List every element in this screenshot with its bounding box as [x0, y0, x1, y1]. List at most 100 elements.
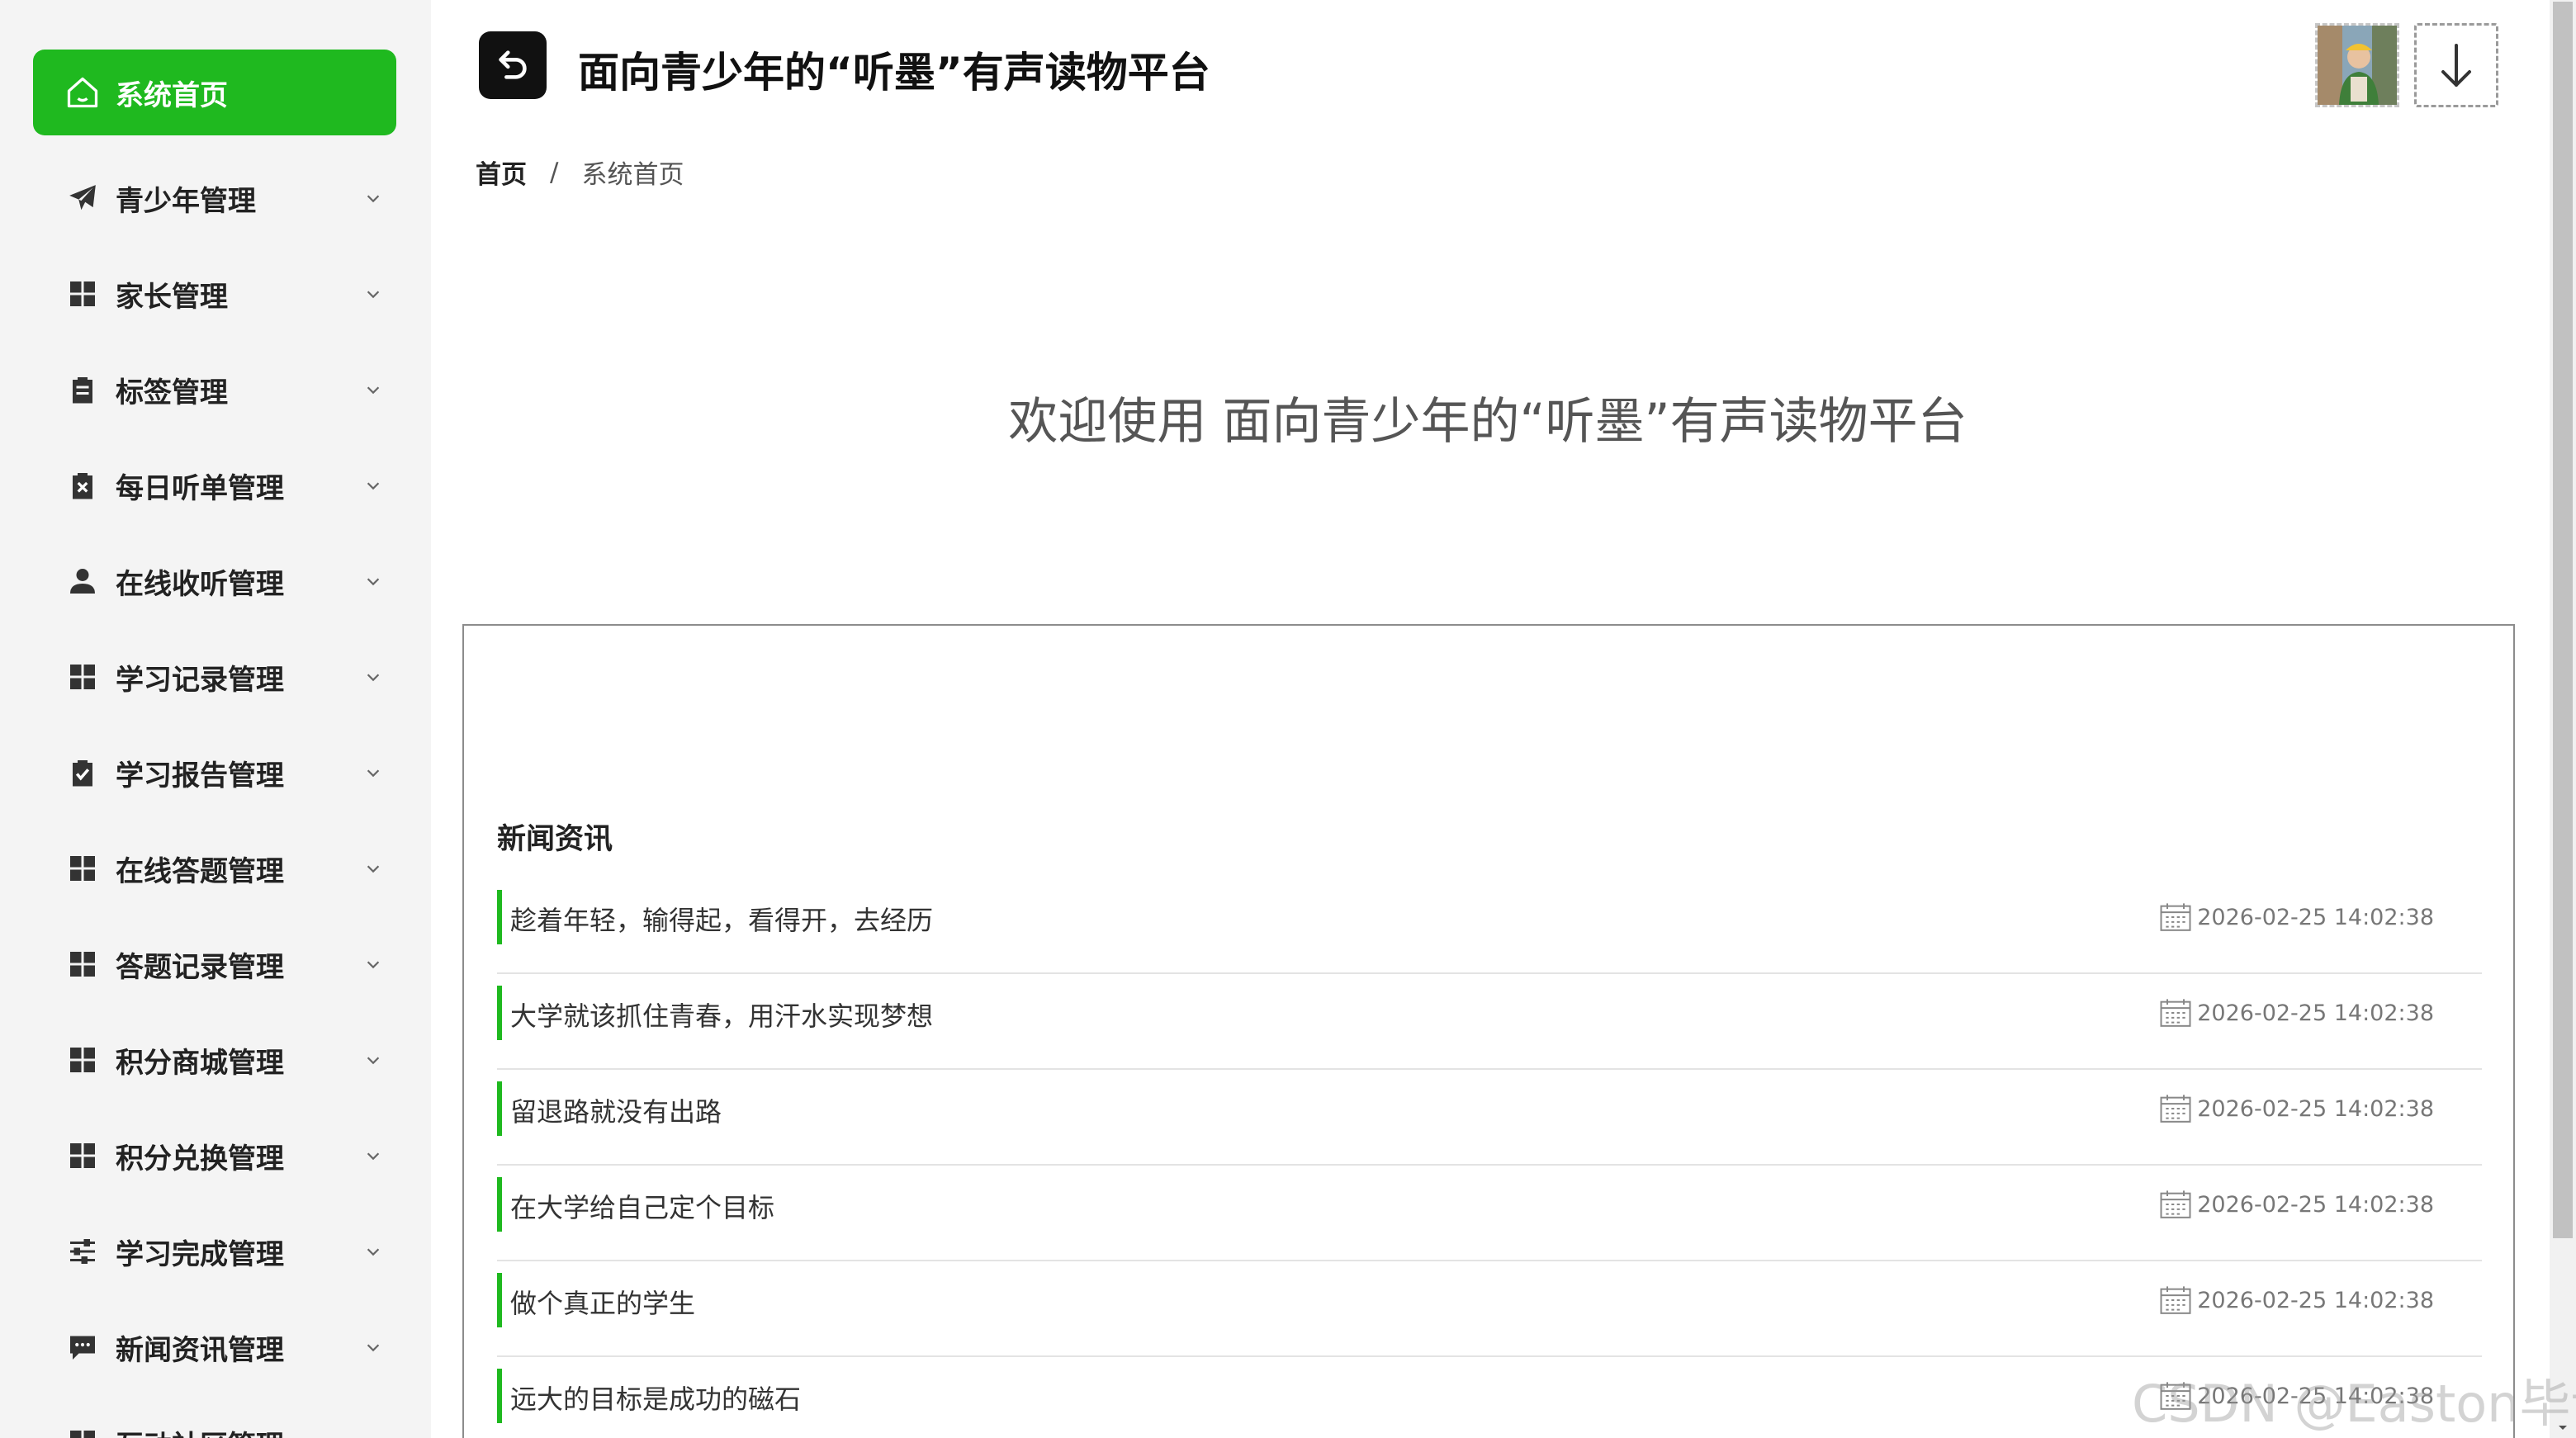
paper-plane-icon: [66, 182, 99, 215]
chevron-down-icon: [362, 282, 385, 305]
user-icon: [66, 565, 99, 598]
news-item-date-text: 2026-02-25 14:02:38: [2197, 1000, 2434, 1026]
news-heading: 新闻资讯: [497, 823, 613, 856]
news-item[interactable]: 在大学给自己定个目标 2026-02-25 14:02:38: [497, 1166, 2482, 1261]
sidebar-item-label: 答题记录管理: [116, 950, 284, 984]
sidebar-item-online-quiz[interactable]: 在线答题管理: [0, 821, 431, 916]
chevron-down-icon: [362, 665, 385, 688]
news-item-title: 留退路就没有出路: [510, 1096, 722, 1128]
breadcrumb-home[interactable]: 首页: [476, 154, 527, 191]
chevron-down-icon: [362, 1240, 385, 1263]
home-icon: [64, 74, 101, 111]
download-button[interactable]: [2414, 23, 2498, 107]
page-scrollbar[interactable]: [2550, 0, 2576, 1438]
news-panel: 新闻资讯 趁着年轻，输得起，看得开，去经历 2026-02-25 14:02:3…: [462, 624, 2515, 1438]
sidebar-item-news[interactable]: 新闻资讯管理: [0, 1299, 431, 1395]
sidebar-item-label: 积分兑换管理: [116, 1142, 284, 1175]
news-item-title: 在大学给自己定个目标: [510, 1192, 775, 1223]
avatar[interactable]: [2315, 23, 2399, 107]
clipboard-check-icon: [66, 756, 99, 789]
sidebar-item-community[interactable]: 互动社区管理: [0, 1395, 431, 1438]
chevron-down-icon: [362, 378, 385, 401]
sidebar-item-label: 学习报告管理: [116, 759, 284, 792]
sidebar-item-home[interactable]: 系统首页: [33, 50, 396, 135]
grid-icon: [66, 1139, 99, 1172]
sidebar-item-label: 标签管理: [116, 376, 228, 409]
grid-icon: [66, 948, 99, 981]
calendar-icon: [2159, 901, 2192, 933]
news-item-date-text: 2026-02-25 14:02:38: [2197, 1095, 2434, 1122]
news-item-accent-bar: [497, 1177, 502, 1232]
chevron-down-icon: [362, 1144, 385, 1167]
news-item-accent-bar: [497, 1081, 502, 1136]
news-item[interactable]: 做个真正的学生 2026-02-25 14:02:38: [497, 1261, 2482, 1357]
news-item[interactable]: 趁着年轻，输得起，看得开，去经历 2026-02-25 14:02:38: [497, 878, 2482, 974]
news-item-date: 2026-02-25 14:02:38: [2159, 997, 2434, 1029]
scrollbar-thumb[interactable]: [2553, 2, 2573, 1238]
sidebar-menu: 青少年管理 家长管理 标签管理 每日听单管理 在线收听管理 学习记录管理 学习报…: [0, 150, 431, 1438]
sidebar-item-parents[interactable]: 家长管理: [0, 246, 431, 342]
news-item-date-text: 2026-02-25 14:02:38: [2197, 1287, 2434, 1313]
sidebar-item-daily-list[interactable]: 每日听单管理: [0, 438, 431, 533]
chevron-down-icon: [362, 474, 385, 497]
sidebar-item-study-completion[interactable]: 学习完成管理: [0, 1204, 431, 1299]
sidebar-item-online-listening[interactable]: 在线收听管理: [0, 533, 431, 629]
sidebar-item-label: 系统首页: [116, 78, 228, 112]
news-item[interactable]: 大学就该抓住青春，用汗水实现梦想 2026-02-25 14:02:38: [497, 974, 2482, 1070]
app-root: 系统首页 青少年管理 家长管理 标签管理 每日听单管理 在线收听管理 学习记录管…: [0, 0, 2576, 1438]
chevron-down-icon: [362, 1048, 385, 1071]
sidebar-item-label: 家长管理: [116, 280, 228, 314]
news-item-accent-bar: [497, 890, 502, 944]
breadcrumb: 首页 / 系统首页: [476, 154, 684, 191]
sidebar-item-points-exchange[interactable]: 积分兑换管理: [0, 1108, 431, 1204]
chevron-down-icon: [362, 761, 385, 784]
sidebar-item-label: 在线收听管理: [116, 567, 284, 601]
sidebar-item-label: 互动社区管理: [116, 1423, 362, 1438]
chevron-down-icon: [362, 857, 385, 880]
sidebar-item-tags[interactable]: 标签管理: [0, 342, 431, 438]
welcome-text: 欢迎使用 面向青少年的“听墨”有声读物平台: [1008, 393, 1968, 451]
news-item-date: 2026-02-25 14:02:38: [2159, 1093, 2434, 1124]
undo-arrow-icon: [494, 46, 532, 84]
news-item-date-text: 2026-02-25 14:02:38: [2197, 1191, 2434, 1218]
news-item-title: 趁着年轻，输得起，看得开，去经历: [510, 905, 934, 936]
clipboard-icon: [66, 373, 99, 406]
sidebar-item-quiz-records[interactable]: 答题记录管理: [0, 916, 431, 1012]
grid-icon: [66, 852, 99, 885]
grid-icon: [66, 660, 99, 693]
news-item-date: 2026-02-25 14:02:38: [2159, 1189, 2434, 1220]
sidebar-item-label: 积分商城管理: [116, 1046, 284, 1080]
sidebar: 系统首页 青少年管理 家长管理 标签管理 每日听单管理 在线收听管理 学习记录管…: [0, 0, 431, 1438]
news-item-title: 大学就该抓住青春，用汗水实现梦想: [510, 1000, 934, 1032]
sidebar-item-label: 学习记录管理: [116, 663, 284, 697]
grid-icon: [66, 1426, 99, 1438]
sidebar-item-label: 每日听单管理: [116, 471, 284, 505]
arrow-down-icon: [2436, 40, 2476, 90]
chevron-down-icon: [362, 953, 385, 976]
clipboard-x-icon: [66, 469, 99, 502]
back-button[interactable]: [479, 31, 547, 99]
news-item-accent-bar: [497, 1369, 502, 1423]
news-item-title: 做个真正的学生: [510, 1288, 696, 1319]
calendar-icon: [2159, 1189, 2192, 1220]
news-list: 趁着年轻，输得起，看得开，去经历 2026-02-25 14:02:38 大学就…: [497, 878, 2482, 1438]
sidebar-item-label: 青少年管理: [116, 184, 256, 218]
breadcrumb-separator: /: [550, 157, 559, 187]
sidebar-item-study-records[interactable]: 学习记录管理: [0, 629, 431, 725]
grid-icon: [66, 1043, 99, 1076]
calendar-icon: [2159, 997, 2192, 1029]
news-item-date-text: 2026-02-25 14:02:38: [2197, 904, 2434, 930]
chat-icon: [66, 1331, 99, 1364]
sidebar-item-youth[interactable]: 青少年管理: [0, 150, 431, 246]
sidebar-item-points-mall[interactable]: 积分商城管理: [0, 1012, 431, 1108]
news-item-title: 远大的目标是成功的磁石: [510, 1384, 802, 1415]
calendar-icon: [2159, 1093, 2192, 1124]
sidebar-item-study-reports[interactable]: 学习报告管理: [0, 725, 431, 821]
news-item[interactable]: 留退路就没有出路 2026-02-25 14:02:38: [497, 1070, 2482, 1166]
sidebar-item-label: 新闻资讯管理: [116, 1333, 284, 1367]
sidebar-item-label: 在线答题管理: [116, 854, 284, 888]
news-item-date: 2026-02-25 14:02:38: [2159, 901, 2434, 933]
breadcrumb-current: 系统首页: [581, 160, 684, 190]
news-item-accent-bar: [497, 986, 502, 1040]
news-item-accent-bar: [497, 1273, 502, 1327]
